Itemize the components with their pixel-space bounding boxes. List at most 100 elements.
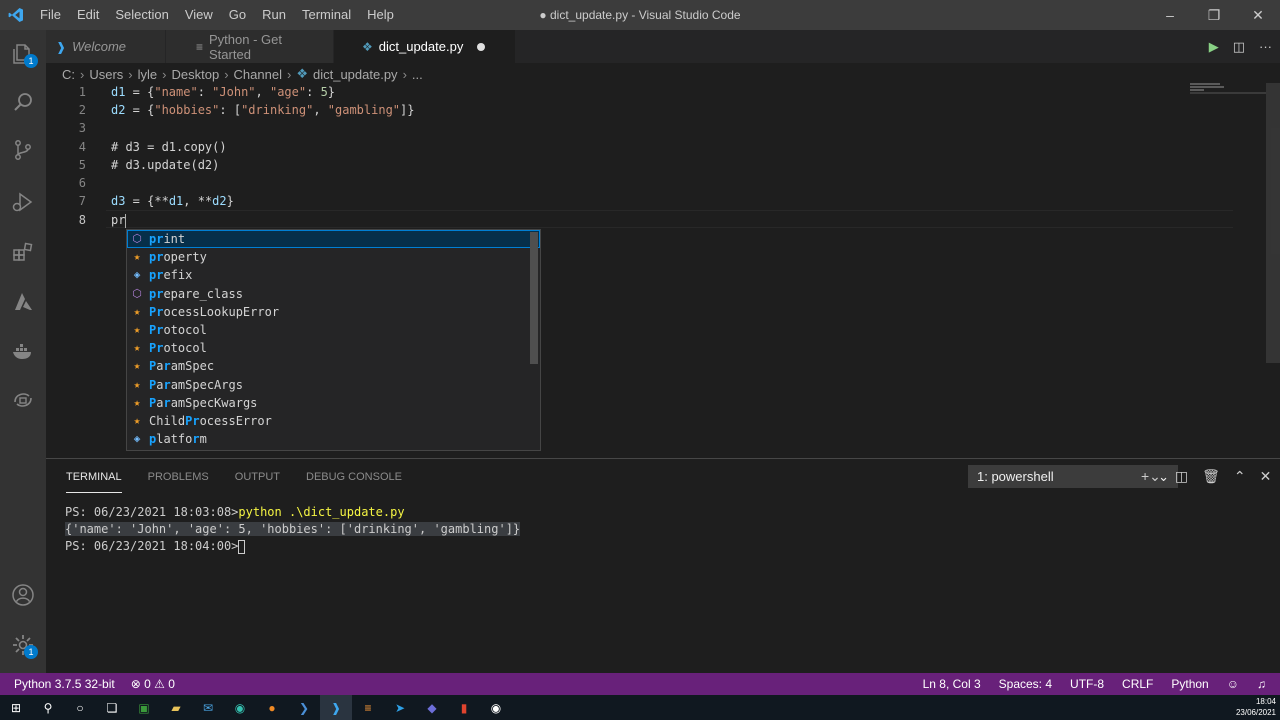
minimize-button[interactable]: – [1148,0,1192,30]
menu-run[interactable]: Run [254,0,294,30]
code-comment: # d3.update(d2) [111,158,220,172]
language-mode[interactable]: Python [1171,677,1208,691]
indentation[interactable]: Spaces: 4 [999,677,1052,691]
suggest-scrollbar[interactable] [530,232,538,364]
azure-icon[interactable] [0,278,46,326]
search-icon[interactable]: ⚲ [32,695,64,720]
tab-terminal[interactable]: TERMINAL [66,469,122,493]
line-number: 7 [78,194,86,208]
breadcrumb-item[interactable]: Desktop [172,67,220,82]
notifications-bell-icon[interactable]: ♫ [1257,677,1266,691]
vscode-logo-icon [0,0,32,30]
suggest-item[interactable]: ★ Pa r amSpecArgs [127,376,540,394]
encoding[interactable]: UTF-8 [1070,677,1104,691]
menu-go[interactable]: Go [221,0,254,30]
suggest-item[interactable]: ★ Pr otocol [127,339,540,357]
breadcrumb-item[interactable]: dict_update.py [313,67,398,82]
list-icon: ≡ [196,39,204,54]
python-interpreter[interactable]: Python 3.7.5 32-bit [14,677,115,691]
office-icon[interactable]: ▮ [448,695,480,720]
split-terminal-icon[interactable]: ◫ [1175,468,1188,485]
modified-dot-icon[interactable] [477,42,486,51]
breadcrumb-item[interactable]: lyle [138,67,158,82]
store-icon[interactable]: ▣ [128,695,160,720]
cortana-icon[interactable]: ○ [64,695,96,720]
menu-help[interactable]: Help [359,0,402,30]
explorer-icon[interactable]: 1 [0,30,46,78]
file-explorer-icon[interactable]: ▰ [160,695,192,720]
teams-icon[interactable]: ◆ [416,695,448,720]
menu-edit[interactable]: Edit [69,0,107,30]
docker-icon[interactable] [0,328,46,376]
class-icon: ★ [133,395,141,409]
trash-icon[interactable]: 🗑 [1202,468,1220,485]
tab-dict-update-py[interactable]: ❖ dict_update.py [334,30,516,63]
close-window-button[interactable]: ✕ [1236,0,1280,30]
mail-icon[interactable]: ✉ [192,695,224,720]
run-file-icon[interactable]: ▶ [1209,39,1219,55]
breadcrumb-item[interactable]: C: [62,67,75,82]
menu-terminal[interactable]: Terminal [294,0,359,30]
suggest-item[interactable]: ◈ pr efix [127,266,540,284]
split-editor-icon[interactable]: ◫ [1233,39,1245,55]
menu-selection[interactable]: Selection [107,0,176,30]
restore-button[interactable]: ❐ [1192,0,1236,30]
minimap[interactable] [1190,83,1266,97]
problems-status[interactable]: ⊗ 0 ⚠ 0 [131,677,175,691]
breadcrumb-item[interactable]: ... [412,67,423,82]
code-line: 7 d3 = {**d1, **d2} [46,192,1186,210]
account-icon[interactable] [0,571,46,619]
cursor-position[interactable]: Ln 8, Col 3 [923,677,981,691]
suggest-item-match: Pr [149,304,164,319]
code-comment: # d3 = d1.copy() [111,140,227,154]
task-view-icon[interactable]: ❏ [96,695,128,720]
suggest-item[interactable]: ★ Child Pr ocessError [127,412,540,430]
extensions-icon[interactable] [0,228,46,276]
sublime-icon[interactable]: ≡ [352,695,384,720]
telegram-icon[interactable]: ➤ [384,695,416,720]
editor-scrollbar[interactable] [1266,83,1280,363]
suggest-item[interactable]: ★ Pr otocol [127,321,540,339]
maximize-panel-icon[interactable]: ⌃ [1234,468,1246,485]
class-icon: ★ [133,359,141,373]
tab-debug-console[interactable]: DEBUG CONSOLE [306,469,402,493]
suggest-item[interactable]: ⬡ pr int [127,230,540,249]
windows-start-icon[interactable]: ⊞ [0,695,32,720]
suggest-item[interactable]: ★ Pr ocessLookupError [127,303,540,321]
more-actions-icon[interactable]: ··· [1259,39,1272,54]
powershell-icon[interactable]: ❯ [288,695,320,720]
terminal-command: python .\dict_update.py [238,505,405,519]
search-icon[interactable] [0,78,46,126]
remote-explorer-icon[interactable] [0,376,46,424]
suggest-item[interactable]: ★ pr operty [127,248,540,266]
edge-icon[interactable]: ◉ [224,695,256,720]
run-debug-icon[interactable] [0,178,46,226]
close-panel-icon[interactable]: ✕ [1260,468,1272,485]
tab-welcome[interactable]: ❱ Welcome [46,30,166,63]
chevron-right-icon: › [162,66,167,82]
manage-gear-icon[interactable]: 1 [0,621,46,669]
feedback-icon[interactable]: ☺ [1227,677,1239,691]
new-terminal-icon[interactable]: +⌄ [1141,468,1161,485]
firefox-icon[interactable]: ● [256,695,288,720]
tab-problems[interactable]: PROBLEMS [148,469,209,493]
suggest-item[interactable]: ★ Pa r amSpecKwargs [127,394,540,412]
tab-output[interactable]: OUTPUT [235,469,280,493]
code-line: 5 # d3.update(d2) [46,156,1186,174]
system-clock[interactable]: 18:04 23/06/2021 [1236,696,1276,718]
suggest-item[interactable]: ⬡ pr epare_class [127,285,540,303]
tab-python-get-started[interactable]: ≡ Python - Get Started [166,30,334,63]
source-control-icon[interactable] [0,126,46,174]
github-icon[interactable]: ◉ [480,695,512,720]
vscode-taskbar-icon[interactable]: ❱ [320,695,352,720]
breadcrumb-item[interactable]: Users [89,67,123,82]
suggest-item-match: P [149,395,157,410]
suggest-item-rest: ocessLookupError [163,304,280,319]
suggest-item[interactable]: ★ Pa r amSpec [127,357,540,375]
menu-file[interactable]: File [32,0,69,30]
menu-view[interactable]: View [177,0,221,30]
breadcrumb-item[interactable]: Channel [234,67,282,82]
suggest-item[interactable]: ◈ p latfo r m [127,430,540,448]
line-ending[interactable]: CRLF [1122,677,1153,691]
terminal-output[interactable]: PS: 06/23/2021 18:03:08>python .\dict_up… [65,504,521,555]
